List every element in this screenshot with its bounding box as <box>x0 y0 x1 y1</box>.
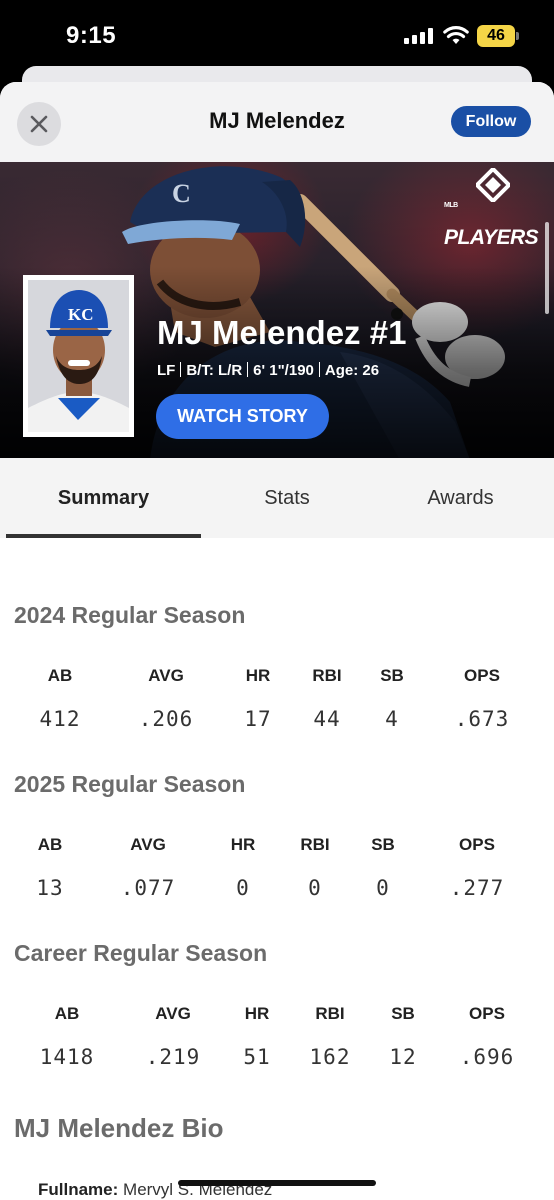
stat-header: AB <box>47 666 73 685</box>
stat-header: SB <box>371 835 395 854</box>
stat-value: 12 <box>389 1045 417 1069</box>
stat-header: RBI <box>312 666 342 685</box>
stat-value: .206 <box>138 707 194 731</box>
season-career-title: Career Regular Season <box>14 940 268 966</box>
stat-header: HR <box>230 835 256 854</box>
stat-header: AB <box>37 835 63 854</box>
stat-value: 17 <box>244 707 272 731</box>
watch-story-button[interactable]: WATCH STORY <box>156 394 329 439</box>
season-2025-title: 2025 Regular Season <box>14 771 246 797</box>
mlb-players-logo: MLB PLAYERS <box>444 168 546 249</box>
player-height-weight: 6' 1"/190 <box>253 362 314 379</box>
stat-header: OPS <box>464 666 500 685</box>
sheet-header: MJ Melendez Follow <box>0 82 554 162</box>
status-time: 9:15 <box>66 22 117 49</box>
season-2024-title: 2024 Regular Season <box>14 602 246 628</box>
tab-bar: Summary Stats Awards <box>0 458 554 538</box>
home-indicator[interactable] <box>178 1180 376 1186</box>
stat-header: SB <box>391 1004 415 1023</box>
stat-value: 13 <box>36 876 64 900</box>
tab-stats[interactable]: Stats <box>201 458 373 538</box>
stat-header: OPS <box>469 1004 505 1023</box>
mlb-players-logo-icon <box>476 168 510 202</box>
tab-summary[interactable]: Summary <box>6 458 201 538</box>
stat-value: .277 <box>449 876 505 900</box>
stat-header: SB <box>380 666 404 685</box>
logo-text: PLAYERS <box>444 226 539 249</box>
stat-value: .077 <box>120 876 176 900</box>
wifi-icon <box>443 26 469 44</box>
stat-header: HR <box>244 1004 270 1023</box>
stat-value: 4 <box>385 707 399 731</box>
cellular-signal-icon <box>404 28 434 44</box>
stat-header: AB <box>54 1004 80 1023</box>
stat-header: AVG <box>155 1004 191 1023</box>
stat-value: 0 <box>236 876 250 900</box>
follow-button[interactable]: Follow <box>451 106 531 137</box>
stat-value: 0 <box>376 876 390 900</box>
stat-header: RBI <box>315 1004 345 1023</box>
stat-header: HR <box>245 666 271 685</box>
stat-value: .673 <box>454 707 510 731</box>
bio-title: MJ Melendez Bio <box>14 1113 224 1143</box>
player-age: Age: 26 <box>324 362 380 379</box>
stat-header: RBI <box>300 835 330 854</box>
stat-header: AVG <box>148 666 184 685</box>
player-meta: LF B/T: L/R 6' 1"/190 Age: 26 <box>157 362 379 379</box>
stat-header: AVG <box>130 835 166 854</box>
scroll-indicator <box>545 222 549 314</box>
stat-value: 1418 <box>39 1045 95 1069</box>
active-tab-indicator <box>6 534 201 538</box>
status-bar: 9:15 46 <box>0 0 554 66</box>
stat-value: 162 <box>309 1045 351 1069</box>
bio-fullname-label: Fullname: <box>38 1180 119 1199</box>
headshot-photo: KC <box>28 280 129 432</box>
player-headshot: KC <box>23 275 134 437</box>
player-position: LF <box>157 362 176 379</box>
stat-value: 51 <box>243 1045 271 1069</box>
player-bats-throws: B/T: L/R <box>186 362 243 379</box>
stat-value: .696 <box>459 1045 515 1069</box>
tab-awards[interactable]: Awards <box>373 458 548 538</box>
stat-value: 44 <box>313 707 341 731</box>
battery-icon: 46 <box>477 25 519 47</box>
stat-value: .219 <box>145 1045 201 1069</box>
logo-small-text: MLB <box>444 202 458 209</box>
stat-header: OPS <box>459 835 495 854</box>
cap-logo: KC <box>68 305 94 324</box>
player-name: MJ Melendez #1 <box>157 314 407 351</box>
stat-value: 0 <box>308 876 322 900</box>
stat-value: 412 <box>39 707 81 731</box>
player-sheet: MJ Melendez Follow C <box>0 82 554 1200</box>
